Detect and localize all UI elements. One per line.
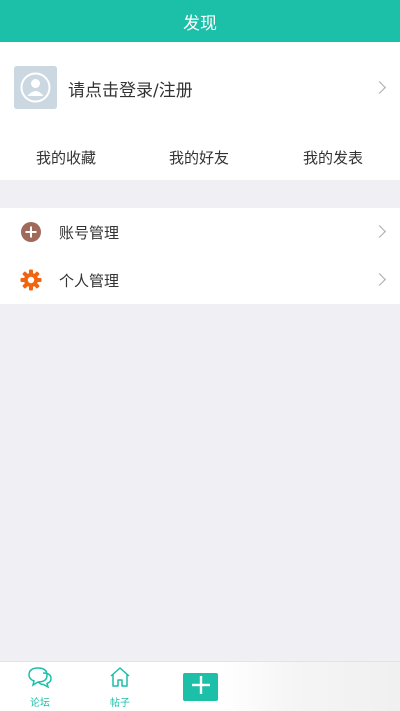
tab-label: 论坛 [30,698,50,709]
add-post-button[interactable] [183,673,218,701]
my-friends-link[interactable]: 我的好友 [169,147,229,168]
menu-item-personal-management[interactable]: 个人管理 [0,256,400,304]
user-placeholder-icon [14,66,57,109]
settings-menu: 账号管理 个人管理 [0,208,400,304]
quick-links: 我的收藏 我的好友 我的发表 [0,134,400,180]
page-title: 发现 [183,13,217,34]
login-register-link[interactable]: 请点击登录/注册 [68,76,193,101]
tab-forum[interactable]: 论坛 [20,666,60,710]
menu-item-label: 个人管理 [59,272,120,290]
gear-icon [20,269,42,291]
login-row[interactable]: 请点击登录/注册 [0,42,400,134]
tab-posts[interactable]: 帖子 [100,666,140,710]
plus-circle-icon [20,221,42,243]
my-posts-link[interactable]: 我的发表 [303,147,363,168]
tab-label: 帖子 [110,698,130,709]
bottom-tab-bar: 论坛 帖子 [0,661,400,711]
menu-item-label: 账号管理 [59,224,120,242]
blurred-tabs-area [222,662,400,711]
chevron-right-icon [373,273,386,286]
home-icon [108,666,132,692]
avatar [14,66,57,109]
menu-item-account-management[interactable]: 账号管理 [0,208,400,256]
chevron-right-icon [373,225,386,238]
chevron-right-icon [373,81,386,94]
plus-icon [191,675,211,699]
my-favorites-link[interactable]: 我的收藏 [36,147,96,168]
top-bar: 发现 [0,0,400,42]
chat-bubble-icon [26,666,54,692]
